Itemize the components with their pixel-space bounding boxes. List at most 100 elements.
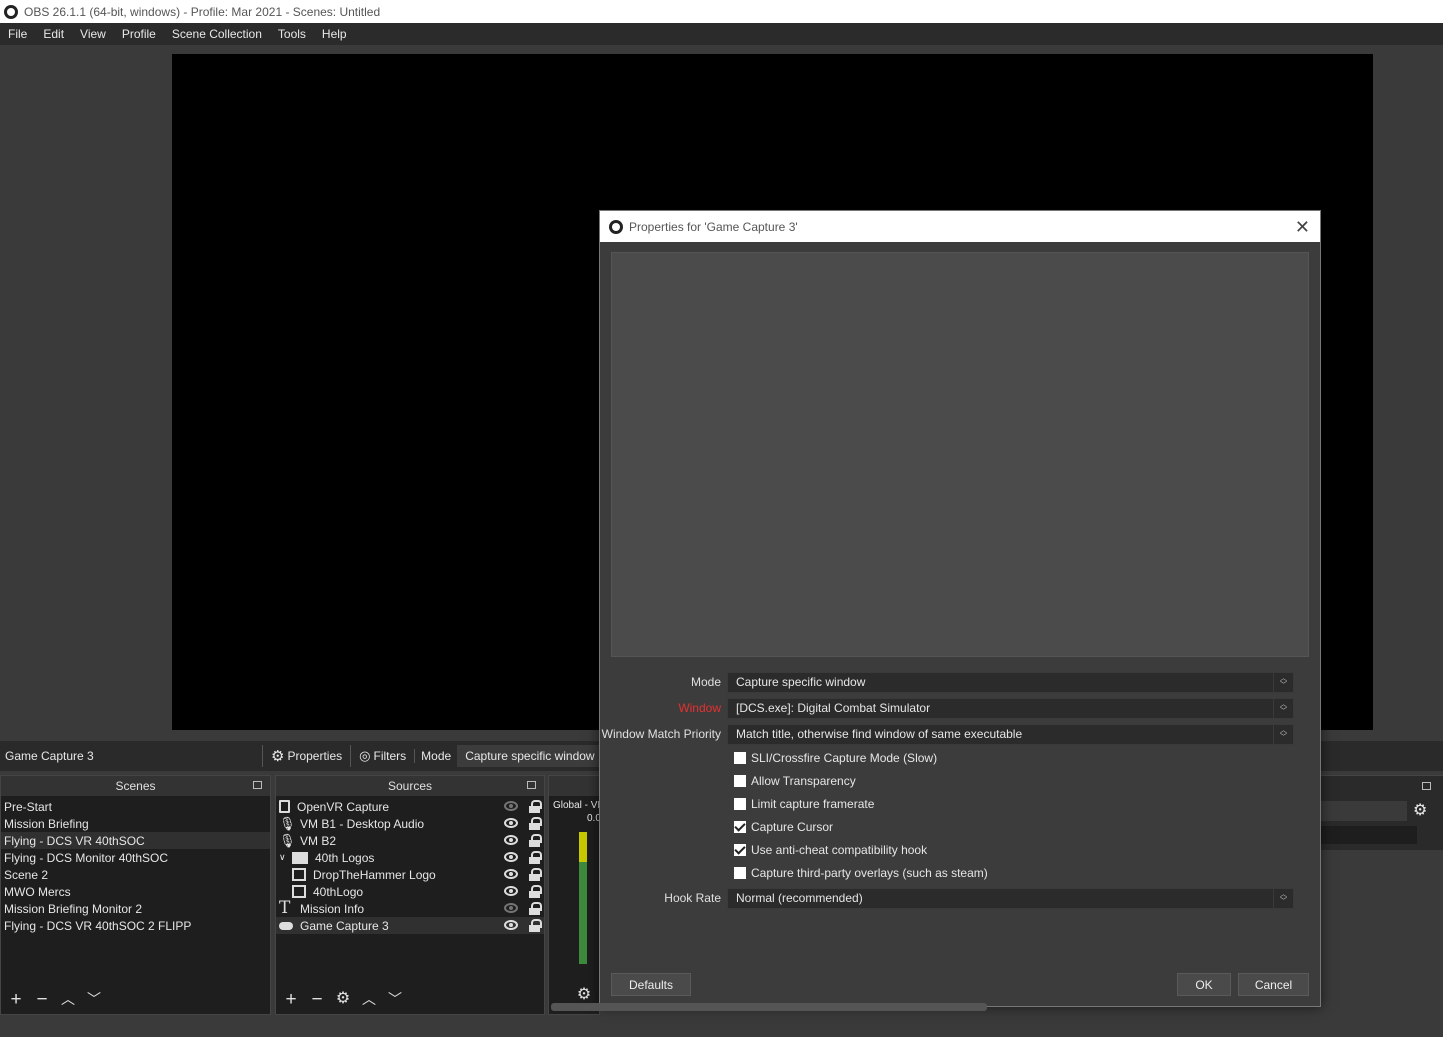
- checkbox-unchecked-icon[interactable]: [734, 867, 746, 879]
- move-up-chevron-icon[interactable]: ︿: [358, 988, 380, 1010]
- float-dock-icon[interactable]: [1422, 782, 1431, 790]
- lock-icon[interactable]: [529, 902, 542, 915]
- move-down-chevron-icon[interactable]: ﹀: [384, 988, 406, 1010]
- menu-help[interactable]: Help: [314, 27, 355, 41]
- folder-icon: [292, 851, 308, 864]
- hook-rate-label: Hook Rate: [664, 891, 721, 905]
- checkbox-unchecked-icon[interactable]: [734, 752, 746, 764]
- mode-label: Mode: [690, 675, 721, 689]
- eye-icon[interactable]: [504, 920, 518, 930]
- mode-select[interactable]: Capture specific window: [457, 745, 608, 767]
- float-dock-icon[interactable]: [253, 781, 262, 789]
- source-item[interactable]: 40thLogo: [276, 883, 544, 900]
- duration-spinbox[interactable]: [1321, 826, 1417, 844]
- filters-button[interactable]: ◎ Filters: [350, 745, 414, 767]
- add-source-plus-icon[interactable]: +: [280, 988, 302, 1010]
- scene-item-label: Flying - DCS Monitor 40thSOC: [4, 850, 169, 865]
- source-group-item[interactable]: ∨ 40th Logos: [276, 849, 544, 866]
- ok-button[interactable]: OK: [1177, 973, 1231, 996]
- menu-profile[interactable]: Profile: [114, 27, 164, 41]
- source-item[interactable]: OpenVR Capture: [276, 798, 544, 815]
- updown-arrow-icon: ︿ ﹀: [1273, 698, 1293, 718]
- mixer-channel-label: Global - VM: [553, 800, 599, 811]
- lock-icon[interactable]: [529, 817, 542, 830]
- volume-meter: [579, 832, 587, 964]
- eye-icon[interactable]: [504, 818, 518, 828]
- source-item[interactable]: DropTheHammer Logo: [276, 866, 544, 883]
- menu-edit[interactable]: Edit: [35, 27, 72, 41]
- eye-icon[interactable]: [504, 869, 518, 879]
- remove-source-minus-icon[interactable]: −: [306, 988, 328, 1010]
- source-item[interactable]: T Mission Info: [276, 900, 544, 917]
- lock-icon[interactable]: [529, 868, 542, 881]
- capture-cursor-checkbox[interactable]: Capture Cursor: [734, 818, 833, 836]
- remove-scene-minus-icon[interactable]: −: [31, 988, 53, 1010]
- microphone-icon: 🎙: [279, 816, 296, 831]
- lock-icon[interactable]: [529, 834, 542, 847]
- source-properties-gear-icon[interactable]: ⚙: [332, 988, 354, 1010]
- scene-item[interactable]: Scene 2: [1, 866, 270, 883]
- close-icon[interactable]: ✕: [1295, 217, 1310, 238]
- scene-item-label: Pre-Start: [4, 799, 53, 814]
- source-item[interactable]: 🎙 VM B2: [276, 832, 544, 849]
- scene-item[interactable]: MWO Mercs: [1, 883, 270, 900]
- mode-select[interactable]: Capture specific window ︿ ﹀: [727, 671, 1294, 693]
- scene-item[interactable]: Mission Briefing: [1, 815, 270, 832]
- lock-icon[interactable]: [529, 885, 542, 898]
- scene-item[interactable]: Flying - DCS VR 40thSOC 2 FLIPP: [1, 917, 270, 934]
- scene-item[interactable]: Mission Briefing Monitor 2: [1, 900, 270, 917]
- match-priority-select[interactable]: Match title, otherwise find window of sa…: [727, 723, 1294, 745]
- add-scene-plus-icon[interactable]: +: [5, 988, 27, 1010]
- eye-icon[interactable]: [504, 852, 518, 862]
- lock-icon[interactable]: [529, 919, 542, 932]
- menu-view[interactable]: View: [72, 27, 114, 41]
- checkbox-unchecked-icon[interactable]: [734, 775, 746, 787]
- hook-rate-select[interactable]: Normal (recommended) ︿ ﹀: [727, 887, 1294, 909]
- sources-dock-title: Sources: [276, 776, 544, 796]
- scenes-list: Pre-Start Mission Briefing Flying - DCS …: [1, 798, 270, 984]
- lock-icon[interactable]: [529, 851, 542, 864]
- move-up-chevron-icon[interactable]: ︿: [57, 988, 79, 1010]
- menu-file[interactable]: File: [0, 27, 35, 41]
- scene-item[interactable]: Pre-Start: [1, 798, 270, 815]
- window-select[interactable]: [DCS.exe]: Digital Combat Simulator ︿ ﹀: [727, 697, 1294, 719]
- menu-tools[interactable]: Tools: [270, 27, 314, 41]
- source-item-selected[interactable]: Game Capture 3: [276, 917, 544, 934]
- source-item[interactable]: 🎙 VM B1 - Desktop Audio: [276, 815, 544, 832]
- horizontal-scrollbar[interactable]: [551, 1003, 987, 1011]
- eye-hidden-icon[interactable]: [504, 903, 518, 913]
- move-down-chevron-icon[interactable]: ﹀: [83, 988, 105, 1010]
- lock-icon[interactable]: [529, 800, 542, 813]
- sources-title: Sources: [387, 779, 433, 793]
- window-label: Window: [678, 701, 721, 715]
- hook-rate-value: Normal (recommended): [736, 891, 863, 905]
- eye-hidden-icon[interactable]: [504, 801, 518, 811]
- defaults-button[interactable]: Defaults: [611, 973, 691, 996]
- obs-logo-icon: [4, 4, 18, 19]
- menu-scene-collection[interactable]: Scene Collection: [164, 27, 270, 41]
- anti-cheat-hook-checkbox[interactable]: Use anti-cheat compatibility hook: [734, 841, 927, 859]
- checkbox-unchecked-icon[interactable]: [734, 798, 746, 810]
- eye-icon[interactable]: [504, 835, 518, 845]
- chevron-down-icon[interactable]: ∨: [279, 852, 289, 863]
- properties-button[interactable]: ⚙ Properties: [262, 745, 350, 767]
- transition-select[interactable]: [1321, 801, 1407, 821]
- float-dock-icon[interactable]: [527, 781, 536, 789]
- limit-framerate-checkbox[interactable]: Limit capture framerate: [734, 795, 874, 813]
- checkbox-label: Capture third-party overlays (such as st…: [751, 866, 988, 880]
- match-priority-label: Window Match Priority: [601, 727, 721, 741]
- checkbox-checked-icon[interactable]: [734, 821, 746, 833]
- dialog-preview: [611, 252, 1309, 657]
- sli-crossfire-checkbox[interactable]: SLI/Crossfire Capture Mode (Slow): [734, 749, 937, 767]
- checkbox-checked-icon[interactable]: [734, 844, 746, 856]
- cancel-button[interactable]: Cancel: [1238, 973, 1309, 996]
- scene-item-selected[interactable]: Flying - DCS VR 40thSOC: [1, 832, 270, 849]
- eye-icon[interactable]: [504, 886, 518, 896]
- source-item-label: Mission Info: [300, 901, 365, 916]
- scene-item-label: Scene 2: [4, 867, 49, 882]
- third-party-overlays-checkbox[interactable]: Capture third-party overlays (such as st…: [734, 864, 988, 882]
- match-priority-value: Match title, otherwise find window of sa…: [736, 727, 1023, 741]
- scene-item[interactable]: Flying - DCS Monitor 40thSOC: [1, 849, 270, 866]
- transition-gear-icon[interactable]: ⚙: [1413, 800, 1427, 820]
- allow-transparency-checkbox[interactable]: Allow Transparency: [734, 772, 856, 790]
